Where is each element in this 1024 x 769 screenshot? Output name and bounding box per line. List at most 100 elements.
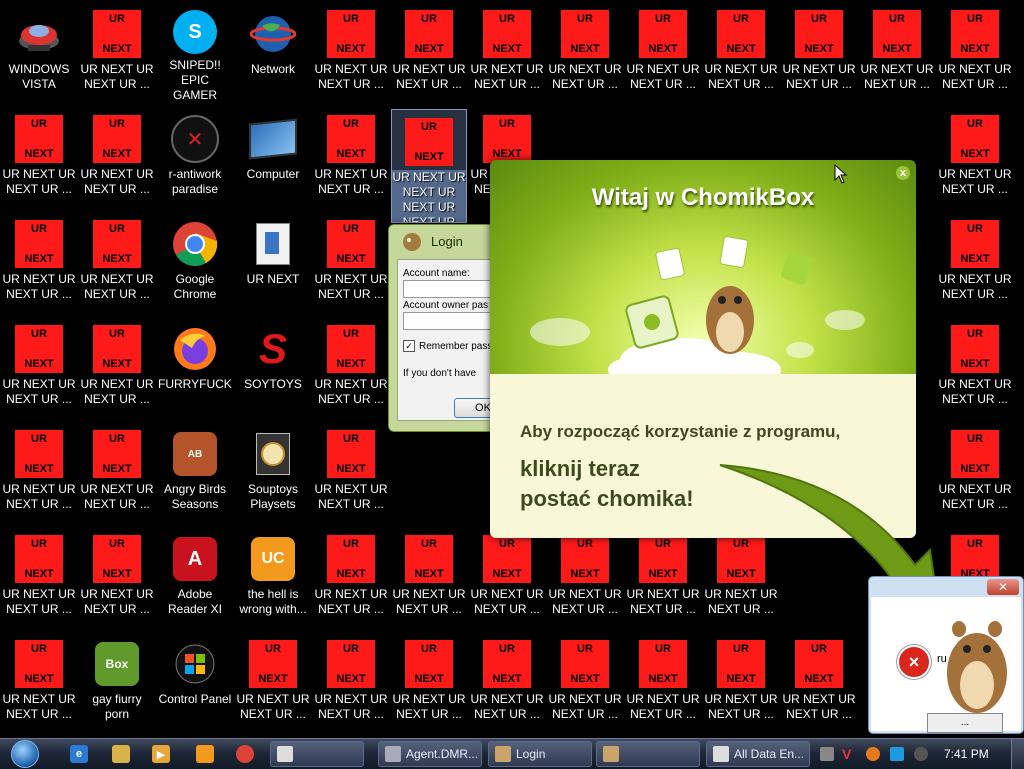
error-dialog[interactable]: ✕ × ru ... xyxy=(868,576,1024,734)
error-body: × ru ... xyxy=(871,597,1021,733)
urnext-icon[interactable]: URNEXT UR NEXT UR NEXT UR ... xyxy=(2,527,76,627)
urnext-icon[interactable]: URNEXT UR NEXT UR NEXT UR ... xyxy=(314,212,388,312)
chrome-taskbar-icon[interactable] xyxy=(236,745,254,763)
urnext-icon[interactable]: URNEXT UR NEXT UR NEXT UR ... xyxy=(80,212,154,312)
folder-icon[interactable] xyxy=(112,745,130,763)
urnext-icon[interactable]: URNEXT UR NEXT UR NEXT UR ... xyxy=(548,2,622,102)
chrome-icon[interactable]: Google Chrome xyxy=(158,212,232,312)
urnext-icon[interactable]: URNEXT UR NEXT UR NEXT UR ... xyxy=(392,527,466,627)
urnext-tile-icon: UR NEXT xyxy=(561,640,609,688)
urnext-icon[interactable]: URNEXT UR NEXT UR NEXT UR ... xyxy=(80,107,154,207)
urnext-icon[interactable]: URNEXT UR NEXT UR NEXT UR ... xyxy=(470,527,544,627)
uc-browser-taskbar-icon[interactable] xyxy=(196,745,214,763)
gay-fiurry-icon[interactable]: Box gay fiurry porn xyxy=(80,632,154,732)
icon-label: UR NEXT UR NEXT UR ... xyxy=(2,587,76,616)
urnext-icon[interactable]: URNEXT UR NEXT UR NEXT UR ... xyxy=(314,317,388,417)
urnext-tile-icon: UR NEXT xyxy=(15,115,63,163)
firefox-icon[interactable]: FURRYFUCKS xyxy=(158,317,232,417)
urnext-plain-icon[interactable]: UR NEXT xyxy=(236,212,310,312)
urnext-icon[interactable]: URNEXT UR NEXT UR NEXT UR ... xyxy=(392,2,466,102)
urnext-icon[interactable]: URNEXT UR NEXT UR NEXT UR ... xyxy=(2,107,76,207)
media-player-icon[interactable]: ▶ xyxy=(152,745,170,763)
remember-checkbox[interactable]: ✓ xyxy=(403,340,415,352)
tray-network-icon[interactable] xyxy=(820,747,834,761)
start-button[interactable] xyxy=(6,739,44,769)
splash-instruction: Aby rozpocząć korzystanie z programu, xyxy=(520,422,841,441)
urnext-icon[interactable]: URNEXT UR NEXT UR NEXT UR ... xyxy=(314,107,388,207)
urnext-icon[interactable]: URNEXT UR NEXT UR NEXT UR ... xyxy=(470,2,544,102)
calculator-icon xyxy=(277,746,293,762)
urnext-icon[interactable]: URNEXT UR NEXT UR NEXT UR ... xyxy=(2,422,76,522)
urnext-icon[interactable]: URNEXT UR NEXT UR NEXT UR ... xyxy=(548,632,622,732)
urnext-icon[interactable]: URNEXT UR NEXT UR NEXT UR ... xyxy=(782,2,856,102)
antiwork-icon[interactable]: ✕ r-antiwork paradise xyxy=(158,107,232,207)
hamster-character-icon[interactable] xyxy=(937,611,1017,721)
urnext-icon[interactable]: URNEXT UR NEXT UR NEXT UR ... xyxy=(938,2,1012,102)
clock[interactable]: 7:41 PM xyxy=(944,747,989,761)
urnext-icon[interactable]: URNEXT UR NEXT UR NEXT UR ... xyxy=(938,107,1012,207)
urnext-icon[interactable]: URNEXT UR NEXT UR NEXT UR ... xyxy=(80,422,154,522)
taskbar-item-alldata[interactable]: All Data En... xyxy=(706,741,810,767)
urnext-icon[interactable]: URNEXT UR NEXT UR NEXT UR ... xyxy=(626,527,700,627)
urnext-icon[interactable]: URNEXT UR NEXT UR NEXT UR ... xyxy=(314,632,388,732)
taskbar-item-calculator[interactable] xyxy=(270,741,364,767)
taskbar-item-login[interactable]: Login xyxy=(488,741,592,767)
urnext-icon[interactable]: URNEXT UR NEXT UR NEXT UR ... xyxy=(470,632,544,732)
ie-icon[interactable]: e xyxy=(70,745,88,763)
remember-row[interactable]: ✓ Remember passw xyxy=(403,340,500,352)
urnext-icon[interactable]: URNEXT UR NEXT UR NEXT UR ... xyxy=(392,632,466,732)
urnext-icon[interactable]: URNEXT UR NEXT UR NEXT UR ... xyxy=(626,632,700,732)
taskbar-item-agent[interactable]: Agent.DMR... xyxy=(378,741,482,767)
icon-label: UR NEXT UR NEXT UR ... xyxy=(2,167,76,196)
computer-icon[interactable]: Computer xyxy=(236,107,310,207)
network-icon[interactable]: Network xyxy=(236,2,310,102)
urnext-icon[interactable]: URNEXT UR NEXT UR NEXT UR ... xyxy=(314,527,388,627)
close-icon[interactable]: ✕ xyxy=(987,579,1019,595)
tray-volume-icon[interactable] xyxy=(914,747,928,761)
urnext-icon[interactable]: URNEXT UR NEXT UR NEXT UR ... xyxy=(314,422,388,522)
uc-browser-icon[interactable]: UC the hell is wrong with... xyxy=(236,527,310,627)
urnext-icon[interactable]: URNEXT UR NEXT UR NEXT UR ... xyxy=(548,527,622,627)
globe-icon xyxy=(249,10,297,58)
adobe-reader-icon[interactable]: A Adobe Reader XI xyxy=(158,527,232,627)
icon-label: UR NEXT UR NEXT UR ... xyxy=(314,377,388,406)
tray-display-icon[interactable] xyxy=(890,747,904,761)
urnext-icon[interactable]: URNEXT UR NEXT UR NEXT UR ... xyxy=(236,632,310,732)
clock-file-icon xyxy=(249,430,297,478)
urnext-icon[interactable]: URNEXT UR NEXT UR NEXT UR ... xyxy=(2,212,76,312)
urnext-icon[interactable]: URNEXT UR NEXT UR NEXT UR ... xyxy=(80,527,154,627)
urnext-icon-selected[interactable]: UR NEXT UR NEXT UR NEXT UR NEXT UR NEXT UR xyxy=(391,109,467,223)
icon-label: UR NEXT UR NEXT UR ... xyxy=(782,692,856,721)
urnext-icon[interactable]: URNEXT UR NEXT UR NEXT UR ... xyxy=(2,317,76,417)
control-panel-icon[interactable]: Control Panel xyxy=(158,632,232,732)
icon-label: UR NEXT UR NEXT UR ... xyxy=(2,272,76,301)
urnext-icon[interactable]: URNEXT UR NEXT UR NEXT UR ... xyxy=(314,2,388,102)
urnext-icon[interactable]: URNEXT UR NEXT UR NEXT UR ... xyxy=(782,632,856,732)
windows-vista-icon[interactable]: WINDOWS VISTA xyxy=(2,2,76,102)
urnext-icon[interactable]: URNEXT UR NEXT UR NEXT UR ... xyxy=(704,2,778,102)
tray-search-icon[interactable] xyxy=(866,747,880,761)
urnext-tile-icon: UR NEXT xyxy=(483,115,531,163)
account-name-label: Account name: xyxy=(403,268,470,279)
urnext-icon[interactable]: URNEXT UR NEXT UR NEXT UR ... xyxy=(80,2,154,102)
urnext-tile-icon: UR NEXT xyxy=(639,535,687,583)
show-desktop-button[interactable] xyxy=(1011,739,1024,769)
urnext-icon[interactable]: URNEXT UR NEXT UR NEXT UR ... xyxy=(2,632,76,732)
window-icon xyxy=(385,746,401,762)
angry-birds-icon[interactable]: AB Angry Birds Seasons xyxy=(158,422,232,522)
urnext-tile-icon: UR NEXT xyxy=(15,640,63,688)
tray-v-icon[interactable]: V xyxy=(842,747,856,761)
icon-label: UR NEXT UR NEXT UR ... xyxy=(314,692,388,721)
taskbar-item-chomikbox[interactable] xyxy=(596,741,700,767)
urnext-icon[interactable]: URNEXT UR NEXT UR NEXT UR ... xyxy=(860,2,934,102)
skype-icon[interactable]: S SNIPED!! EPIC GAMER 360... xyxy=(158,2,232,102)
urnext-icon[interactable]: URNEXT UR NEXT UR NEXT UR ... xyxy=(626,2,700,102)
icon-label: UR NEXT UR NEXT UR ... xyxy=(938,377,1012,406)
urnext-icon[interactable]: URNEXT UR NEXT UR NEXT UR ... xyxy=(938,212,1012,312)
urnext-icon[interactable]: URNEXT UR NEXT UR NEXT UR ... xyxy=(938,317,1012,417)
urnext-icon[interactable]: URNEXT UR NEXT UR NEXT UR ... xyxy=(80,317,154,417)
urnext-icon[interactable]: URNEXT UR NEXT UR NEXT UR ... xyxy=(704,632,778,732)
souptoys-icon[interactable]: Souptoys Playsets xyxy=(236,422,310,522)
urnext-tile-icon: UR NEXT xyxy=(15,535,63,583)
soytoys-icon[interactable]: S SOYTOYS xyxy=(236,317,310,417)
